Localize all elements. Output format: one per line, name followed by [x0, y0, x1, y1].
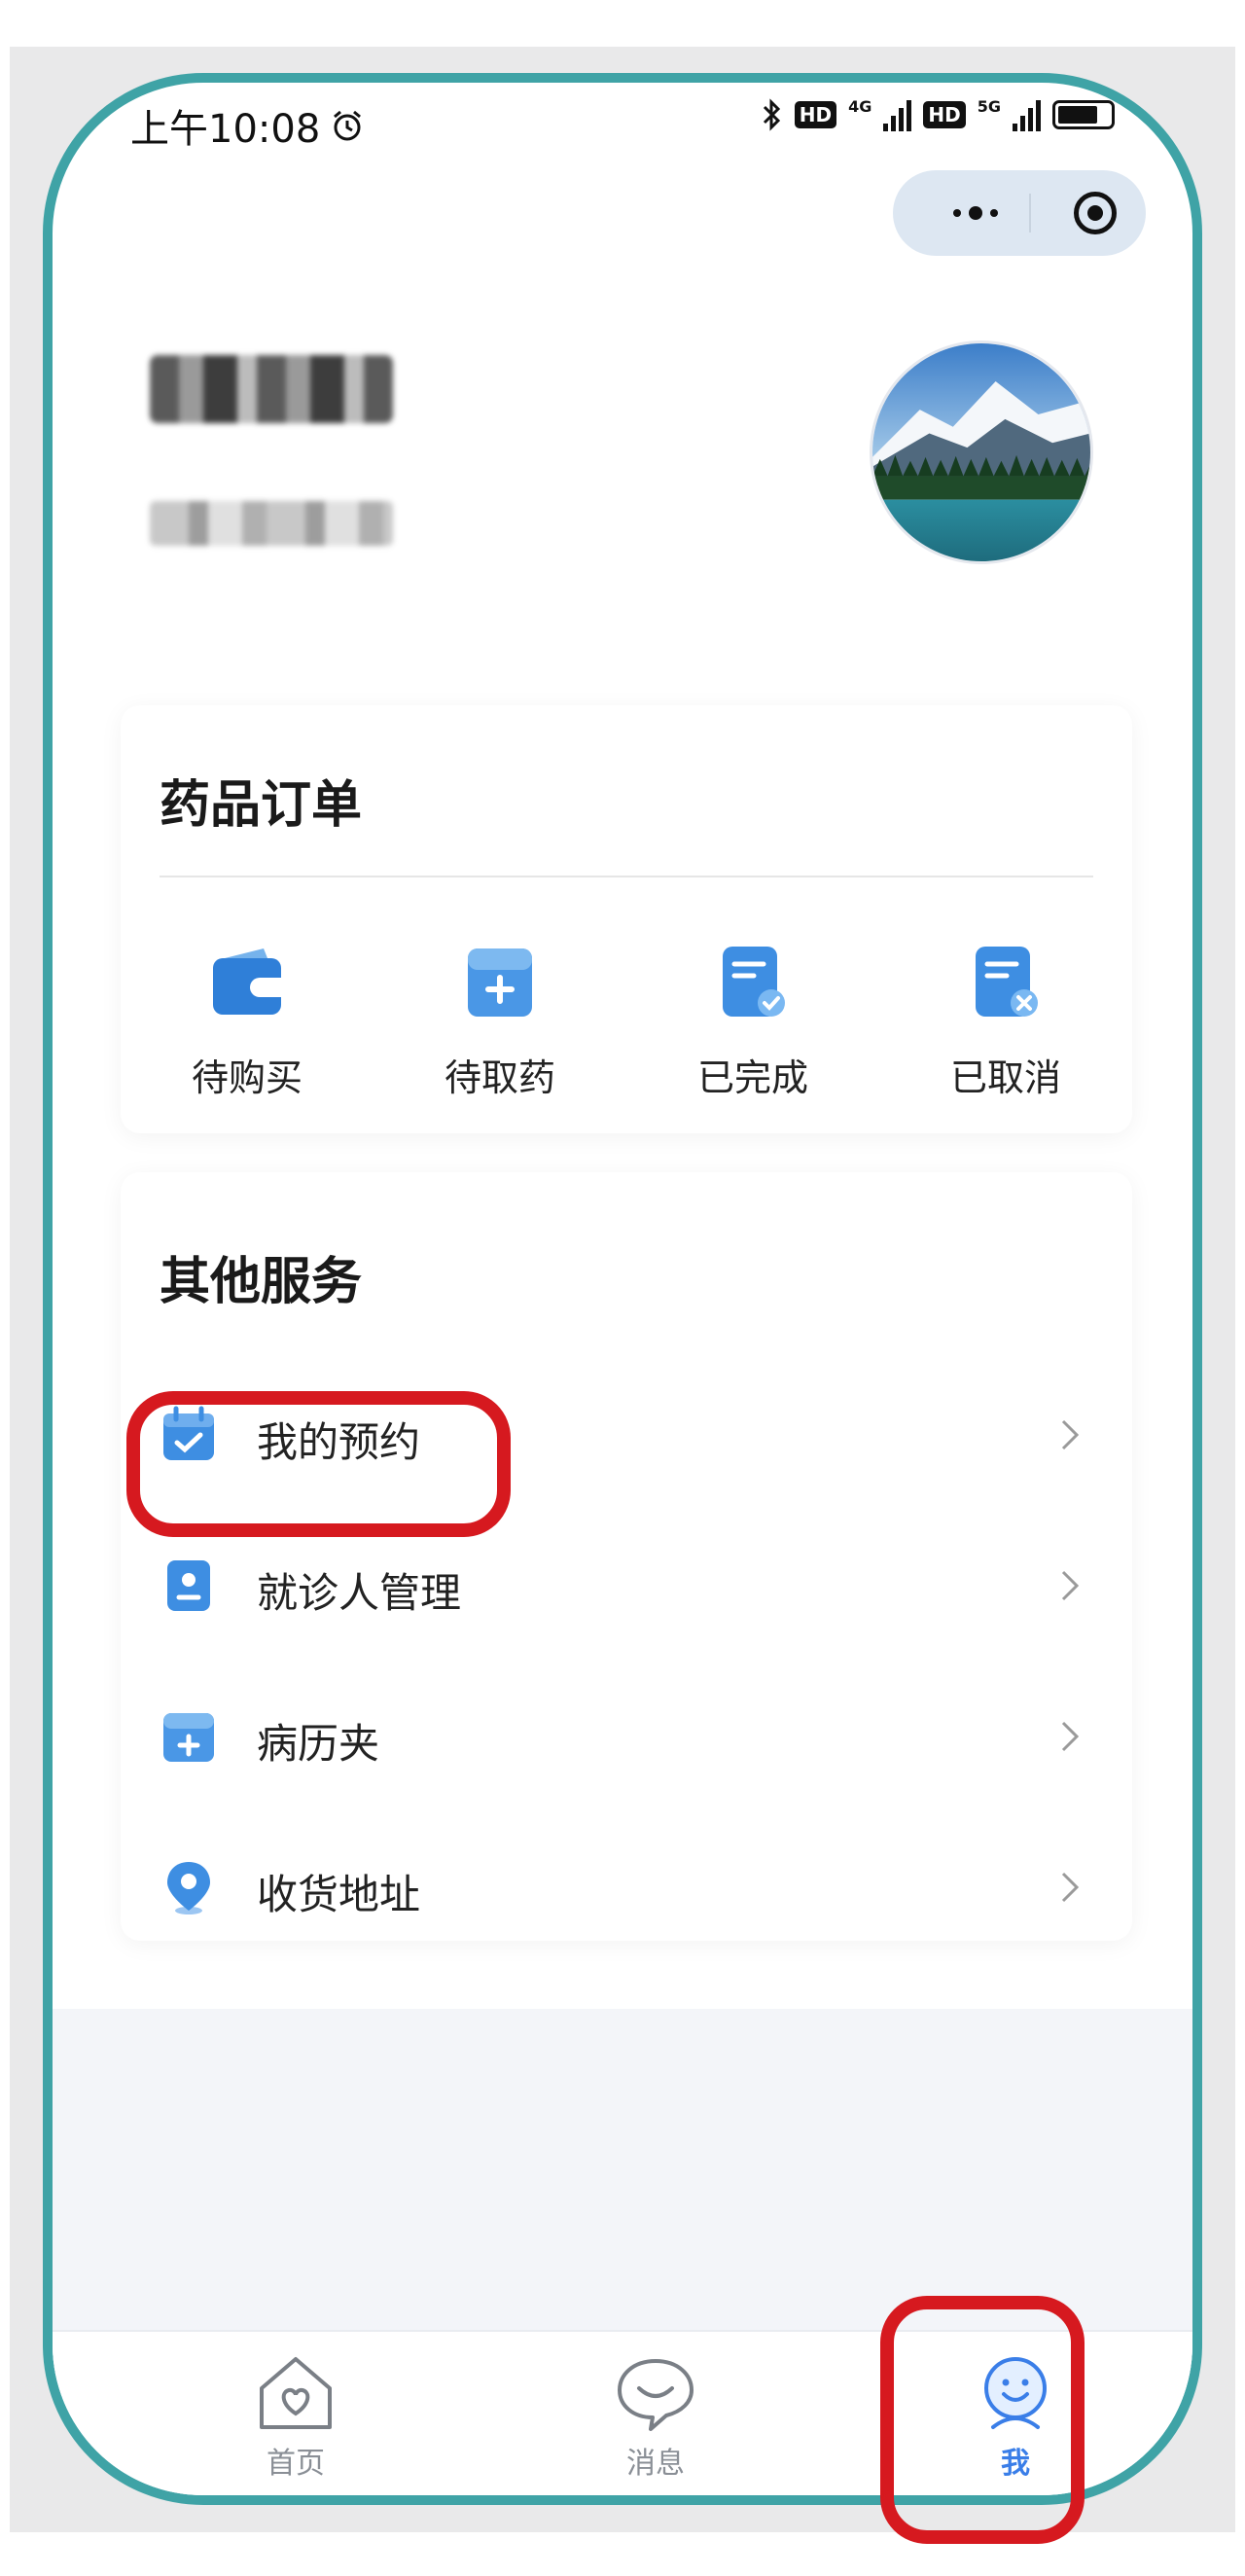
miniprogram-capsule: [893, 170, 1146, 256]
status-time: 上午10:08: [130, 97, 365, 154]
tab-label: 首页: [267, 2447, 325, 2481]
order-label: 已取消: [949, 1056, 1061, 1099]
battery-icon: [1052, 100, 1115, 129]
order-cancelled[interactable]: 已取消: [879, 939, 1132, 1104]
id-card-icon: [167, 1560, 210, 1611]
user-subtitle-blurred: [150, 501, 393, 546]
medicine-box-icon: [468, 948, 532, 1017]
service-label: 收货地址: [257, 1871, 421, 1918]
order-label: 已完成: [696, 1056, 808, 1099]
order-pending-pickup[interactable]: 待取药: [374, 939, 626, 1104]
document-check-icon: [723, 947, 785, 1017]
tab-home[interactable]: 首页: [198, 2349, 393, 2482]
order-label: 待购买: [191, 1056, 302, 1099]
signal-icon: [883, 98, 912, 131]
document-cancel-icon: [976, 947, 1038, 1017]
folder-plus-icon: [163, 1713, 214, 1762]
wallet-icon: [213, 948, 281, 1015]
target-circle-icon[interactable]: [1074, 192, 1117, 234]
order-completed[interactable]: 已完成: [626, 939, 879, 1104]
chevron-right-icon: [1061, 1721, 1080, 1752]
chevron-right-icon: [1061, 1872, 1080, 1903]
tab-label: 消息: [626, 2447, 685, 2481]
service-item-patients[interactable]: 就诊人管理: [121, 1527, 1132, 1644]
network-type-2: 5G: [977, 97, 1001, 116]
mountain-lake-avatar: [872, 343, 1090, 561]
services-card: 其他服务 我的预约 就诊人管理 病历夹 收货地址: [121, 1172, 1132, 1941]
alarm-icon: [334, 110, 362, 141]
capsule-divider: [1029, 194, 1031, 233]
status-bar: 上午10:08 HD 4G HD 5G: [130, 92, 1115, 154]
service-item-address[interactable]: 收货地址: [121, 1829, 1132, 1946]
orders-title: 药品订单: [160, 776, 363, 835]
user-name-blurred: [150, 355, 393, 423]
home-heart-icon: [260, 2357, 332, 2429]
services-title: 其他服务: [160, 1253, 363, 1311]
phone-frame: 上午10:08 HD 4G HD 5G 药品订单 待购买 待取药 已完成 已取消…: [43, 73, 1202, 2505]
network-type: 4G: [848, 97, 872, 116]
service-item-medical-records[interactable]: 病历夹: [121, 1678, 1132, 1795]
chevron-right-icon: [1061, 1570, 1080, 1601]
bluetooth-icon: [763, 98, 780, 131]
highlight-appointments: [126, 1391, 511, 1537]
hd-badge-2: HD: [923, 101, 966, 128]
hd-badge: HD: [794, 101, 837, 128]
orders-divider: [160, 876, 1093, 877]
status-time-text: 上午10:08: [130, 107, 321, 152]
order-pending-purchase[interactable]: 待购买: [121, 939, 374, 1104]
chevron-right-icon: [1061, 1419, 1080, 1450]
service-label: 病历夹: [257, 1720, 380, 1768]
avatar[interactable]: [870, 340, 1093, 564]
tab-messages[interactable]: 消息: [558, 2349, 753, 2482]
highlight-me-tab: [880, 2296, 1085, 2544]
signal-icon-2: [1013, 98, 1041, 131]
order-label: 待取药: [444, 1056, 555, 1099]
service-label: 就诊人管理: [257, 1569, 462, 1617]
order-status-list: 待购买 待取药 已完成 已取消: [121, 939, 1132, 1104]
orders-card: 药品订单 待购买 待取药 已完成 已取消: [121, 705, 1132, 1133]
more-dots-icon[interactable]: [922, 170, 1029, 256]
location-pin-icon: [167, 1862, 210, 1914]
chat-bubble-icon: [618, 2359, 694, 2431]
status-icons: HD 4G HD 5G: [762, 97, 1115, 132]
